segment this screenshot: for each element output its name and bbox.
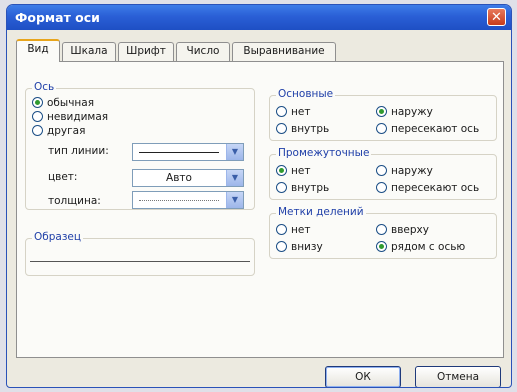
color-select[interactable]: Авто ▼	[132, 169, 244, 187]
close-icon: ✕	[491, 10, 502, 25]
axis-radio-invisible[interactable]: невидимая	[32, 111, 108, 123]
labels-radio-next-to-axis[interactable]: рядом с осью	[376, 241, 465, 253]
line-type-select[interactable]: ▼	[132, 143, 244, 161]
major-radio-outside[interactable]: наружу	[376, 106, 433, 118]
radio-icon	[276, 123, 287, 134]
axis-group: Ось обычная невидимая другая тип линии: …	[25, 81, 255, 210]
radio-icon	[32, 111, 43, 122]
sample-group: Образец	[25, 231, 255, 276]
axis-group-legend: Ось	[32, 81, 57, 93]
radio-icon	[32, 125, 43, 136]
major-radio-none[interactable]: нет	[276, 106, 310, 118]
dialog-title: Формат оси	[15, 10, 100, 25]
close-button[interactable]: ✕	[487, 8, 506, 26]
minor-radio-inside[interactable]: внутрь	[276, 182, 329, 194]
radio-selected-icon	[32, 97, 43, 108]
labels-radio-none[interactable]: нет	[276, 224, 310, 236]
tick-labels-group: Метки делений нет вверху внизу рядом с о…	[269, 206, 497, 259]
sample-group-legend: Образец	[32, 231, 84, 243]
minor-ticks-legend: Промежуточные	[276, 147, 372, 159]
sample-line	[30, 261, 250, 262]
labels-radio-high[interactable]: вверху	[376, 224, 429, 236]
minor-ticks-group: Промежуточные нет наружу внутрь пересека…	[269, 147, 497, 200]
chevron-down-icon[interactable]: ▼	[226, 170, 243, 186]
radio-icon	[376, 123, 387, 134]
radio-icon	[376, 165, 387, 176]
chevron-down-icon[interactable]: ▼	[226, 144, 243, 160]
radio-icon	[276, 224, 287, 235]
radio-icon	[376, 182, 387, 193]
radio-icon	[276, 182, 287, 193]
tab-view[interactable]: Вид	[16, 39, 60, 62]
radio-icon	[376, 224, 387, 235]
radio-icon	[276, 106, 287, 117]
major-radio-inside[interactable]: внутрь	[276, 123, 329, 135]
line-sample-thin	[139, 200, 219, 201]
tab-font[interactable]: Шрифт	[118, 42, 174, 61]
tab-scale[interactable]: Шкала	[62, 42, 116, 61]
minor-radio-outside[interactable]: наружу	[376, 165, 433, 177]
tick-labels-legend: Метки делений	[276, 206, 366, 218]
tab-alignment[interactable]: Выравнивание	[232, 42, 336, 61]
color-value: Авто	[166, 172, 192, 184]
thickness-label: толщина:	[48, 195, 101, 207]
chevron-down-icon[interactable]: ▼	[226, 192, 243, 208]
major-ticks-legend: Основные	[276, 88, 336, 100]
radio-selected-icon	[276, 165, 287, 176]
line-type-label: тип линии:	[48, 145, 109, 157]
major-ticks-group: Основные нет наружу внутрь пересекают ос…	[269, 88, 497, 141]
thickness-select[interactable]: ▼	[132, 191, 244, 209]
tab-number[interactable]: Число	[176, 42, 230, 61]
cancel-button[interactable]: Отмена	[415, 366, 501, 387]
radio-selected-icon	[376, 106, 387, 117]
radio-icon	[276, 241, 287, 252]
minor-radio-none[interactable]: нет	[276, 165, 310, 177]
tab-panel-view: Ось обычная невидимая другая тип линии: …	[16, 61, 504, 358]
title-bar[interactable]: Формат оси ✕	[7, 5, 511, 30]
color-label: цвет:	[48, 171, 78, 183]
ok-button[interactable]: ОК	[325, 366, 401, 387]
labels-radio-low[interactable]: внизу	[276, 241, 323, 253]
axis-radio-custom[interactable]: другая	[32, 125, 85, 137]
line-sample-solid	[139, 152, 219, 153]
minor-radio-cross[interactable]: пересекают ось	[376, 182, 479, 194]
format-axis-dialog: Формат оси ✕ Вид Шкала Шрифт Число Вырав…	[6, 4, 512, 388]
major-radio-cross[interactable]: пересекают ось	[376, 123, 479, 135]
axis-radio-normal[interactable]: обычная	[32, 97, 94, 109]
radio-selected-icon	[376, 241, 387, 252]
